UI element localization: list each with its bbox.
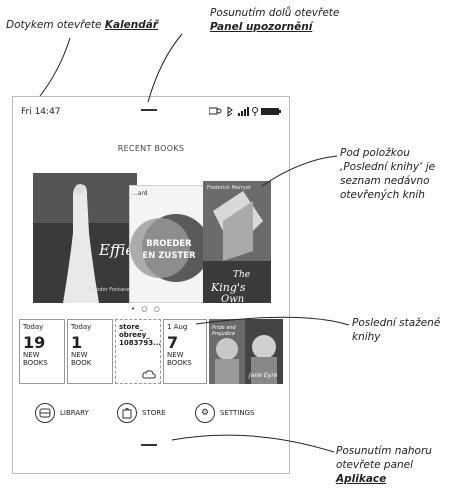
settings-button[interactable]: ⚙ SETTINGS xyxy=(195,403,254,423)
device-screen: Fri 14:47 RECENT BOOKS Effie Briest Theo… xyxy=(12,96,290,474)
library-icon xyxy=(35,403,55,423)
status-time[interactable]: Fri 14:47 xyxy=(21,107,61,117)
applications-pull-handle[interactable] xyxy=(141,444,157,446)
svg-text:Jane Eyre: Jane Eyre xyxy=(248,372,278,379)
gear-icon: ⚙ xyxy=(195,403,215,423)
book-cover-kings-own[interactable]: Frederick Marryat The King's Own xyxy=(203,181,271,303)
status-icons xyxy=(209,106,281,117)
svg-text:The: The xyxy=(233,270,250,280)
tile-today-1[interactable]: Today 1 NEW BOOK xyxy=(67,319,113,384)
notification-pull-handle[interactable] xyxy=(141,109,157,111)
svg-text:Own: Own xyxy=(221,294,244,303)
library-button[interactable]: LIBRARY xyxy=(35,403,89,423)
applications-link[interactable]: Aplikace xyxy=(336,473,386,485)
tile-header: Today xyxy=(71,323,92,331)
sync-icon xyxy=(209,107,222,115)
location-icon xyxy=(252,107,258,116)
recent-books-title: RECENT BOOKS xyxy=(117,144,185,153)
cover-author-fontane: Theodor Fontane xyxy=(86,287,129,293)
svg-text:BROEDER: BROEDER xyxy=(146,239,192,249)
annotation-downloads: Poslední stažené knihy xyxy=(352,317,441,343)
book-cover-jane-eyre[interactable]: Jane Eyre xyxy=(245,319,283,384)
annotation-recent-books: Pod položkou ‚Poslední knihy‘ je seznam … xyxy=(340,147,436,201)
tile-store-download[interactable]: store_ obreey_ 1083793... xyxy=(115,319,161,384)
book-cover-pride-and-prejudice[interactable]: Pride and Prejudice xyxy=(209,319,245,384)
book-cover-broeder-en-zuster[interactable]: ...ard BROEDER EN ZUSTER xyxy=(129,185,207,303)
tile-header: Today xyxy=(23,323,44,331)
tile-count: 1 xyxy=(71,333,83,352)
tile-count: 19 xyxy=(23,333,46,352)
tile-today-19[interactable]: Today 19 NEW BOOKS xyxy=(19,319,65,384)
tile-header: 1 Aug xyxy=(167,323,188,331)
cover-top-text: ...ard xyxy=(132,190,148,197)
svg-text:Prejudice: Prejudice xyxy=(212,331,235,337)
svg-text:King's: King's xyxy=(210,281,246,294)
book-cover-effie-briest[interactable]: Effie Briest Theodor Fontane xyxy=(33,173,137,303)
tile-count: 7 xyxy=(167,333,179,352)
store-icon xyxy=(117,403,137,423)
svg-text:EN ZUSTER: EN ZUSTER xyxy=(142,251,196,261)
annotation-applications: Posunutím nahoru otevřete panel Aplikace xyxy=(336,445,432,485)
notification-panel-link[interactable]: Panel upozornění xyxy=(210,21,312,33)
signal-icon xyxy=(238,107,249,116)
recent-pager-dots[interactable]: • ○ ○ xyxy=(131,305,162,313)
battery-icon xyxy=(261,108,281,115)
tile-1-aug[interactable]: 1 Aug 7 NEW BOOKS xyxy=(163,319,207,384)
annotation-calendar: Dotykem otevřete Kalendář xyxy=(6,19,159,31)
annotation-notification-panel: Posunutím dolů otevřete Panel upozornění xyxy=(210,7,340,33)
bluetooth-icon xyxy=(227,106,233,117)
store-button[interactable]: STORE xyxy=(117,403,166,423)
cover-author-marryat: Frederick Marryat xyxy=(207,185,251,191)
cloud-icon xyxy=(142,370,156,379)
calendar-link[interactable]: Kalendář xyxy=(105,19,158,31)
